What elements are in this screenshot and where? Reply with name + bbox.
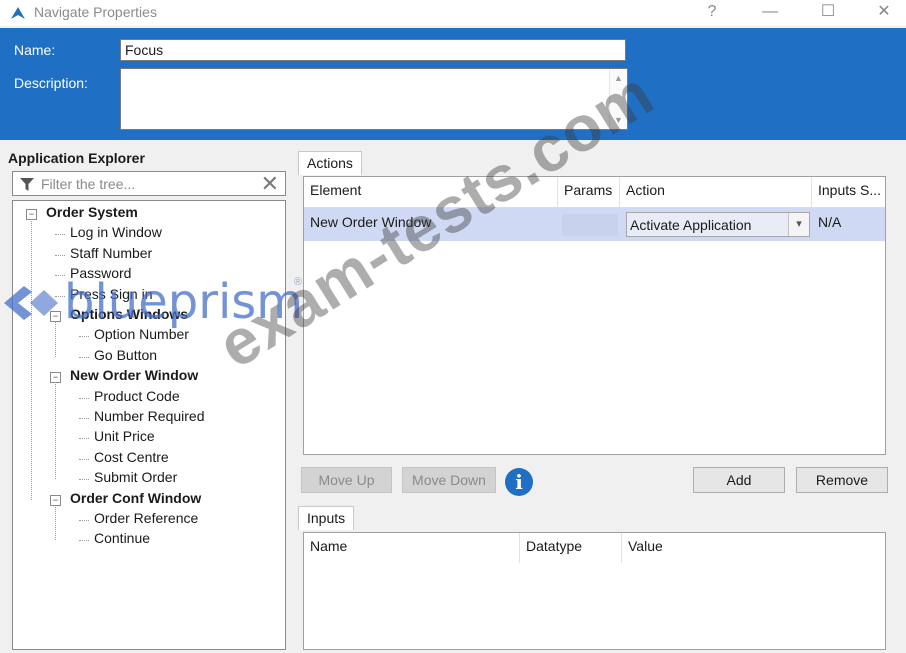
- tree-connector: [79, 540, 89, 542]
- remove-button[interactable]: Remove: [796, 467, 888, 493]
- tree-node[interactable]: Order Reference: [94, 510, 198, 526]
- add-button[interactable]: Add: [693, 467, 785, 493]
- help-button[interactable]: ?: [690, 0, 734, 26]
- tree-node[interactable]: Go Button: [94, 347, 157, 363]
- clear-filter-icon[interactable]: ✕: [261, 172, 279, 196]
- column-params[interactable]: Params: [558, 177, 620, 207]
- column-name[interactable]: Name: [304, 533, 520, 563]
- tree-node[interactable]: Order System: [46, 204, 138, 220]
- row-inputs-status: N/A: [818, 214, 842, 230]
- tree-node[interactable]: Staff Number: [70, 245, 152, 261]
- blueprism-logo-icon: [4, 286, 58, 320]
- tree-connector: [79, 479, 89, 481]
- tree-connector: [55, 382, 56, 480]
- chevron-down-icon[interactable]: ▾: [788, 213, 809, 236]
- row-params[interactable]: [562, 214, 618, 236]
- tree-connector: [55, 234, 65, 236]
- tab-actions[interactable]: Actions: [298, 151, 362, 175]
- tab-inputs[interactable]: Inputs: [298, 506, 355, 530]
- close-button[interactable]: ✕: [862, 0, 906, 26]
- info-icon[interactable]: i: [505, 468, 533, 496]
- blueprism-logo: blueprism ®: [4, 274, 303, 331]
- tree-node[interactable]: Number Required: [94, 408, 205, 424]
- column-datatype[interactable]: Datatype: [520, 533, 622, 563]
- tree-node[interactable]: Cost Centre: [94, 449, 169, 465]
- tree-node[interactable]: Unit Price: [94, 428, 155, 444]
- properties-header: Name: Focus Description: ▲ ▼: [0, 28, 906, 140]
- filter-input[interactable]: Filter the tree... ✕: [12, 171, 286, 196]
- filter-icon: [20, 178, 34, 191]
- app-icon: [11, 7, 25, 19]
- tree-connector: [79, 418, 89, 419]
- maximize-button[interactable]: ☐: [806, 0, 850, 26]
- inputs-grid-header: Name Datatype Value: [304, 533, 885, 563]
- filter-placeholder: Filter the tree...: [41, 176, 136, 192]
- title-bar: Navigate Properties ? — ☐ ✕: [0, 0, 906, 26]
- action-dropdown[interactable]: Activate Application ▾: [626, 212, 810, 237]
- inputs-grid: Name Datatype Value: [303, 532, 886, 650]
- tree-node[interactable]: Continue: [94, 530, 150, 546]
- tree-connector: [55, 504, 56, 541]
- window-title: Navigate Properties: [34, 4, 157, 20]
- application-tree[interactable]: − Order System Log in Window Staff Number Pa…: [12, 200, 286, 650]
- action-selected-value: Activate Application: [630, 217, 752, 233]
- tree-connector: [79, 458, 89, 460]
- move-down-button[interactable]: Move Down: [402, 467, 496, 493]
- tree-node[interactable]: Order Conf Window: [70, 490, 201, 506]
- tree-connector: [79, 336, 89, 338]
- tree-node[interactable]: New Order Window: [70, 367, 198, 383]
- description-label: Description:: [14, 75, 88, 91]
- move-up-button[interactable]: Move Up: [301, 467, 392, 493]
- tree-node[interactable]: Product Code: [94, 388, 180, 404]
- tree-node[interactable]: Log in Window: [70, 224, 162, 240]
- tree-connector: [79, 356, 89, 358]
- column-value[interactable]: Value: [622, 533, 885, 563]
- tree-connector: [79, 520, 89, 521]
- tree-node[interactable]: Submit Order: [94, 469, 177, 485]
- tree-connector: [79, 397, 89, 399]
- name-field[interactable]: Focus: [120, 39, 626, 61]
- column-inputs-status[interactable]: Inputs S...: [812, 177, 885, 207]
- tree-connector: [31, 219, 32, 500]
- tree-connector: [79, 438, 89, 440]
- name-label: Name:: [14, 42, 56, 58]
- minimize-button[interactable]: —: [748, 0, 792, 26]
- column-action[interactable]: Action: [620, 177, 812, 207]
- tree-connector: [55, 254, 65, 256]
- explorer-title: Application Explorer: [8, 150, 145, 166]
